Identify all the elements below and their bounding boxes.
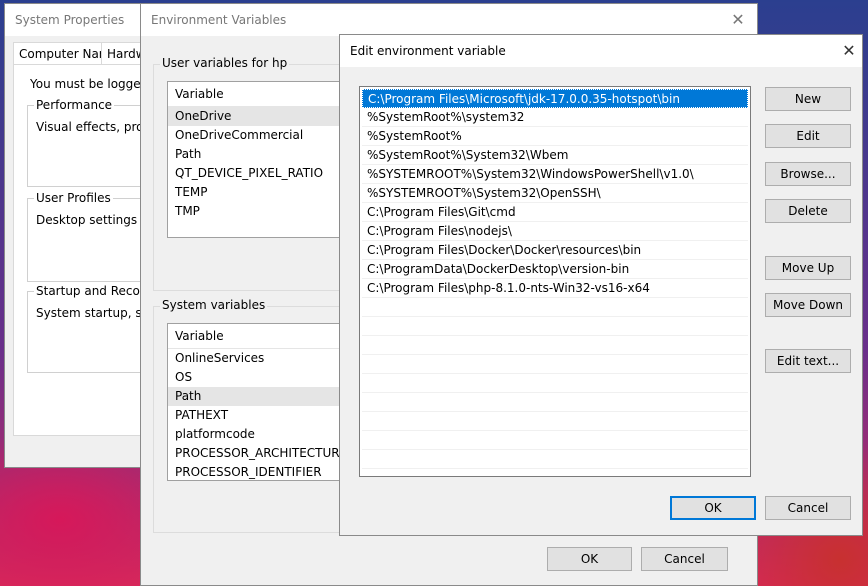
env-cancel-button[interactable]: Cancel xyxy=(641,547,728,571)
path-entry[interactable]: %SYSTEMROOT%\System32\WindowsPowerShell\… xyxy=(362,165,748,184)
system-properties-title: System Properties xyxy=(15,13,125,27)
path-list[interactable]: C:\Program Files\Microsoft\jdk-17.0.0.35… xyxy=(359,86,751,477)
empty-row[interactable] xyxy=(362,431,748,450)
environment-variables-title: Environment Variables xyxy=(151,13,287,27)
edit-env-titlebar[interactable]: Edit environment variable ✕ xyxy=(340,35,862,67)
path-entry[interactable]: C:\Program Files\Docker\Docker\resources… xyxy=(362,241,748,260)
delete-button[interactable]: Delete xyxy=(765,199,851,223)
user-variables-label: User variables for hp xyxy=(160,56,290,70)
path-entry[interactable]: %SystemRoot% xyxy=(362,127,748,146)
list-item[interactable]: platformcode xyxy=(168,425,348,444)
list-item[interactable]: TEMP xyxy=(168,183,348,202)
list-item[interactable]: QT_DEVICE_PIXEL_RATIO xyxy=(168,164,348,183)
user-variables-header[interactable]: Variable xyxy=(168,82,348,107)
list-item[interactable]: Path xyxy=(168,387,348,406)
environment-variables-titlebar[interactable]: Environment Variables ✕ xyxy=(141,4,757,36)
list-item[interactable]: PATHEXT xyxy=(168,406,348,425)
list-item[interactable]: Path xyxy=(168,145,348,164)
edit-environment-variable-dialog: Edit environment variable ✕ C:\Program F… xyxy=(339,34,863,536)
empty-row[interactable] xyxy=(362,450,748,469)
performance-label: Performance xyxy=(34,98,115,112)
new-button[interactable]: New xyxy=(765,87,851,111)
browse-button[interactable]: Browse... xyxy=(765,162,851,186)
empty-row[interactable] xyxy=(362,355,748,374)
list-item[interactable]: TMP xyxy=(168,202,348,221)
path-entry[interactable]: C:\Program Files\nodejs\ xyxy=(362,222,748,241)
path-entry[interactable]: C:\ProgramData\DockerDesktop\version-bin xyxy=(362,260,748,279)
edit-button[interactable]: Edit xyxy=(765,124,851,148)
list-item[interactable]: OS xyxy=(168,368,348,387)
system-variables-list[interactable]: Variable OnlineServices OS Path PATHEXT … xyxy=(167,323,349,481)
edit-env-title: Edit environment variable xyxy=(350,44,506,58)
path-entry[interactable]: C:\Program Files\Git\cmd xyxy=(362,203,748,222)
edit-text-button[interactable]: Edit text... xyxy=(765,349,851,373)
edit-cancel-button[interactable]: Cancel xyxy=(765,496,851,520)
list-item[interactable]: OneDriveCommercial xyxy=(168,126,348,145)
list-item[interactable]: PROCESSOR_ARCHITECTURE xyxy=(168,444,348,463)
list-item[interactable]: OnlineServices xyxy=(168,349,348,368)
move-up-button[interactable]: Move Up xyxy=(765,256,851,280)
path-entry[interactable]: %SYSTEMROOT%\System32\OpenSSH\ xyxy=(362,184,748,203)
empty-row[interactable] xyxy=(362,393,748,412)
empty-row[interactable] xyxy=(362,317,748,336)
empty-row[interactable] xyxy=(362,298,748,317)
env-ok-button[interactable]: OK xyxy=(547,547,632,571)
close-icon[interactable]: ✕ xyxy=(725,8,751,32)
empty-row[interactable] xyxy=(362,412,748,431)
user-variables-list[interactable]: Variable OneDrive OneDriveCommercial Pat… xyxy=(167,81,349,238)
empty-row[interactable] xyxy=(362,374,748,393)
path-entry[interactable]: C:\Program Files\Microsoft\jdk-17.0.0.35… xyxy=(362,89,748,108)
edit-ok-button[interactable]: OK xyxy=(670,496,756,520)
system-variables-label: System variables xyxy=(160,298,268,312)
path-entry[interactable]: %SystemRoot%\system32 xyxy=(362,108,748,127)
user-profiles-label: User Profiles xyxy=(34,191,113,205)
list-item[interactable]: PROCESSOR_IDENTIFIER xyxy=(168,463,348,480)
path-entry[interactable]: %SystemRoot%\System32\Wbem xyxy=(362,146,748,165)
move-down-button[interactable]: Move Down xyxy=(765,293,851,317)
system-variables-header[interactable]: Variable xyxy=(168,324,348,349)
path-entry[interactable]: C:\Program Files\php-8.1.0-nts-Win32-vs1… xyxy=(362,279,748,298)
list-item[interactable]: OneDrive xyxy=(168,107,348,126)
empty-row[interactable] xyxy=(362,336,748,355)
close-icon[interactable]: ✕ xyxy=(836,39,862,63)
